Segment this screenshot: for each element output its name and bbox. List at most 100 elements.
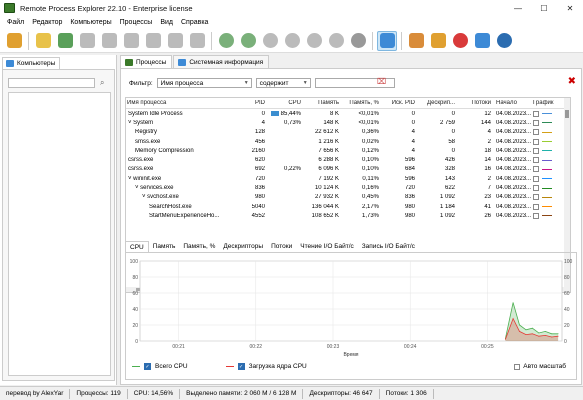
filter-reset-icon[interactable]: ⌧ — [377, 77, 386, 86]
tab-processes[interactable]: Процессы — [120, 55, 173, 68]
services-button[interactable] — [216, 31, 236, 51]
restart-button[interactable] — [187, 31, 207, 51]
filter-button[interactable] — [377, 30, 397, 51]
table-row[interactable]: Registry 128 22 612 K 0,36% 4 0 4 04.08.2023... — [126, 128, 570, 137]
auto-scale-checkbox[interactable] — [514, 363, 521, 370]
column-header[interactable]: PID — [228, 100, 266, 106]
graph-checkbox[interactable] — [533, 138, 539, 145]
close-button[interactable]: ✕ — [557, 0, 583, 16]
table-row[interactable]: System Idle Process 0 85,44% 8 K <0,01% 0 0 12 0… — [126, 109, 570, 118]
graph-tab-memory-pct[interactable]: Память, % — [179, 241, 219, 252]
computer-add-button[interactable] — [55, 31, 75, 51]
process-name: StartMenuExperienceHo... — [149, 212, 220, 219]
column-header[interactable]: График — [532, 100, 562, 106]
computer-edit-button[interactable] — [99, 31, 119, 51]
cell-graph — [532, 147, 562, 154]
graph-checkbox[interactable] — [533, 157, 539, 164]
cell-graph — [532, 110, 562, 117]
column-header[interactable]: CPU — [266, 100, 302, 106]
gear-2-button[interactable] — [282, 31, 302, 51]
help-button[interactable] — [450, 31, 470, 51]
filter-condition-select[interactable]: содержит ▼ — [255, 78, 311, 88]
table-row[interactable]: ˅ svchost.exe 980 27 932 K 0,45% 836 1 092 23 0… — [126, 193, 570, 202]
filter-field-select[interactable]: Имя процесса ▼ — [156, 78, 252, 88]
menu-view[interactable]: Вид — [156, 19, 177, 26]
graph-checkbox[interactable] — [533, 110, 539, 117]
folder-add-button[interactable] — [33, 31, 53, 51]
table-row[interactable]: ˅ System 4 0,73% 148 K <0,01% 0 2 759 144 04.08.… — [126, 118, 570, 127]
menu-processes[interactable]: Процессы — [116, 19, 157, 26]
tools-button[interactable] — [428, 31, 448, 51]
cell-graph — [532, 185, 562, 192]
y-tick-label: 20 — [564, 323, 570, 329]
table-row[interactable]: Memory Compression 2160 7 656 K 0,12% 4 0 18 04… — [126, 146, 570, 155]
menu-file[interactable]: Файл — [3, 19, 28, 26]
cell-cpu: 0,22% — [283, 166, 301, 173]
column-header[interactable]: Иск. PID — [380, 100, 416, 106]
column-header[interactable]: Имя процесса — [126, 100, 228, 106]
column-header[interactable]: Дескрип... — [416, 100, 456, 106]
kill-tree-button[interactable] — [165, 31, 185, 51]
graph-tab-io-write[interactable]: Запись I/O Байт/с — [358, 241, 419, 252]
computers-list[interactable] — [8, 92, 111, 376]
close-filter-icon[interactable]: ✖ — [568, 76, 576, 87]
legend-checkbox-total[interactable]: ✓ — [144, 363, 151, 370]
users-button[interactable] — [406, 31, 426, 51]
graph-checkbox[interactable] — [533, 129, 539, 136]
kill-button[interactable] — [143, 31, 163, 51]
cell-thr: 4 — [487, 129, 491, 136]
column-header[interactable]: Память — [302, 100, 340, 106]
gear-button[interactable] — [260, 31, 280, 51]
connect-button[interactable] — [4, 31, 24, 51]
table-row[interactable]: SearchHost.exe 5040 136 044 K 2,17% 980 1 184… — [126, 202, 570, 211]
graph-tab-io-read[interactable]: Чтение I/O Байт/с — [296, 241, 358, 252]
cell-ppid: 596 — [404, 175, 415, 182]
graph-tab-memory[interactable]: Память — [149, 241, 180, 252]
minimize-button[interactable]: — — [505, 0, 531, 16]
graph-checkbox[interactable] — [533, 185, 539, 192]
data-point — [551, 336, 553, 338]
graph-checkbox[interactable] — [533, 147, 539, 154]
gear-4-button[interactable] — [326, 31, 346, 51]
toolbar-separator — [28, 31, 29, 50]
table-row[interactable]: smss.exe 456 1 216 K 0,02% 4 58 2 04.08.2023... — [126, 137, 570, 146]
run-button[interactable] — [121, 31, 141, 51]
computers-search-input[interactable] — [8, 78, 95, 88]
graph-checkbox[interactable] — [533, 119, 539, 126]
legend-checkbox-kernel[interactable]: ✓ — [237, 363, 245, 370]
info-button[interactable] — [494, 31, 514, 51]
maximize-button[interactable]: ☐ — [531, 0, 557, 16]
column-header[interactable]: Начало — [492, 100, 532, 106]
gear-3-button[interactable] — [304, 31, 324, 51]
tab-system-info[interactable]: Системная информация — [173, 55, 270, 68]
graph-tab-handles[interactable]: Дескрипторы — [219, 241, 267, 252]
table-row[interactable]: ˅ services.exe 836 10 124 K 0,16% 720 622 7 04.… — [126, 183, 570, 192]
menu-computers[interactable]: Компьютеры — [66, 19, 115, 26]
graph-checkbox[interactable] — [533, 175, 539, 182]
cell-graph — [532, 157, 562, 164]
filter-clear-icon[interactable]: ⌕ — [100, 78, 104, 88]
menu-help[interactable]: Справка — [177, 19, 212, 26]
graph-tab-cpu[interactable]: CPU — [125, 241, 149, 252]
status-processes: Процессы: 119 — [70, 388, 128, 399]
table-row[interactable]: StartMenuExperienceHo... 4552 108 652 K 1,7… — [126, 211, 570, 220]
column-header[interactable]: Память, % — [340, 100, 380, 106]
graph-checkbox[interactable] — [533, 194, 539, 201]
computers-tab[interactable]: Компьютеры — [2, 57, 61, 69]
cell-ppid: 596 — [404, 157, 415, 164]
gear-5-button[interactable] — [348, 31, 368, 51]
menu-edit[interactable]: Редактор — [28, 19, 66, 26]
column-header[interactable]: Потоки — [456, 100, 492, 106]
cell-pid: 620 — [254, 157, 265, 164]
gear-add-button[interactable] — [238, 31, 258, 51]
home-button[interactable] — [472, 31, 492, 51]
graph-tab-threads[interactable]: Потоки — [267, 241, 296, 252]
table-row[interactable]: ˅ wininit.exe 720 7 192 K 0,11% 596 143 2 04.08… — [126, 174, 570, 183]
graph-checkbox[interactable] — [533, 212, 539, 219]
cell-graph — [532, 119, 562, 126]
computer-remove-button[interactable] — [77, 31, 97, 51]
graph-checkbox[interactable] — [533, 203, 539, 210]
table-row[interactable]: csrss.exe 620 6 288 K 0,10% 596 426 14 04.08.20… — [126, 155, 570, 164]
table-row[interactable]: csrss.exe 692 0,22% 6 096 K 0,10% 684 328 16 04.… — [126, 165, 570, 174]
graph-checkbox[interactable] — [533, 166, 539, 173]
